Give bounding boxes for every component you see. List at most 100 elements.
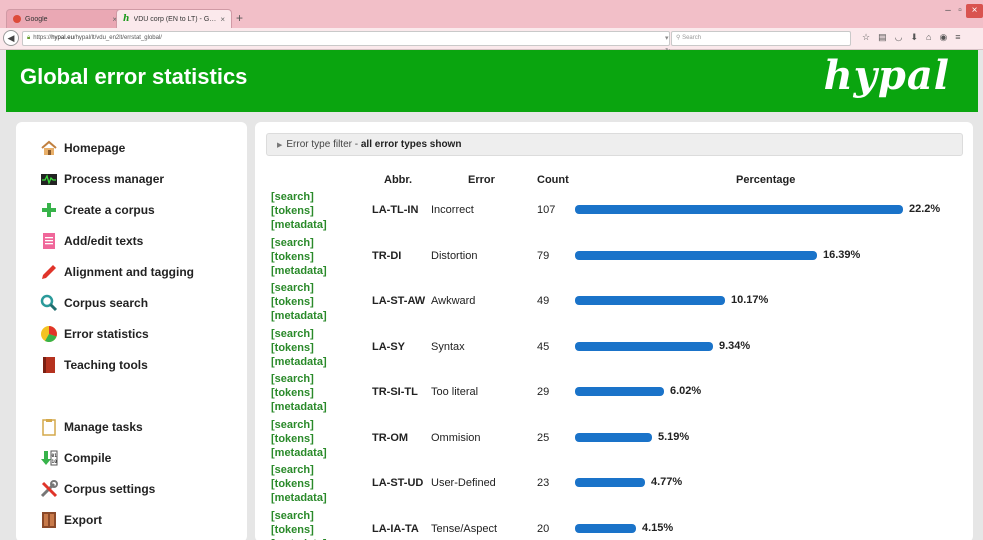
svg-text:10: 10 bbox=[52, 459, 58, 465]
metadata-link[interactable]: [metadata] bbox=[271, 264, 327, 278]
close-window-button[interactable]: × bbox=[966, 4, 983, 18]
table-row: [search] [tokens] [metadata] TR-DI Distortio… bbox=[255, 236, 973, 282]
error-name: Syntax bbox=[431, 340, 465, 353]
metadata-link[interactable]: [metadata] bbox=[271, 446, 327, 460]
sidebar-item-teaching-tools[interactable]: Teaching tools bbox=[40, 356, 148, 374]
search-placeholder: Search bbox=[682, 35, 702, 41]
header-error: Error bbox=[468, 174, 495, 186]
error-abbr: LA-ST-UD bbox=[372, 477, 424, 489]
sidebar-item-label: Alignment and tagging bbox=[64, 265, 194, 279]
error-count: 23 bbox=[537, 477, 550, 489]
tab-title: Google bbox=[25, 15, 48, 23]
sidebar-item-corpus-settings[interactable]: Corpus settings bbox=[40, 480, 155, 498]
lock-icon: 🔒︎ bbox=[27, 35, 31, 41]
sidebar-item-corpus-search[interactable]: Corpus search bbox=[40, 294, 148, 312]
sidebar-item-compile[interactable]: 01 10 Compile bbox=[40, 449, 111, 467]
new-tab-button[interactable]: + bbox=[236, 11, 243, 25]
sidebar-item-process-manager[interactable]: Process manager bbox=[40, 170, 164, 188]
home-button-icon[interactable]: ⌂ bbox=[926, 32, 931, 43]
minimize-button[interactable]: – bbox=[942, 4, 954, 18]
sidebar-item-export[interactable]: Export bbox=[40, 511, 102, 529]
metadata-link[interactable]: [metadata] bbox=[271, 355, 327, 369]
error-abbr: TR-SI-TL bbox=[372, 386, 418, 398]
percentage-bar bbox=[575, 432, 652, 442]
reading-list-icon[interactable]: ▤ bbox=[878, 32, 887, 43]
sidebar-item-label: Teaching tools bbox=[64, 358, 148, 372]
tools-icon bbox=[40, 480, 58, 498]
header-percentage: Percentage bbox=[736, 174, 796, 186]
tokens-link[interactable]: [tokens] bbox=[271, 295, 327, 309]
sidebar-item-label: Corpus search bbox=[64, 296, 149, 310]
error-name: Ommision bbox=[431, 431, 481, 444]
metadata-link[interactable]: [metadata] bbox=[271, 400, 327, 414]
hypal-favicon-icon: h bbox=[123, 14, 130, 24]
sidebar-item-label: Add/edit texts bbox=[64, 234, 144, 248]
search-link[interactable]: [search] bbox=[271, 418, 327, 432]
error-count: 79 bbox=[537, 249, 550, 262]
tokens-link[interactable]: [tokens] bbox=[271, 523, 327, 537]
expand-arrow-icon: ▶ bbox=[277, 142, 283, 149]
sidebar-item-label: Homepage bbox=[64, 141, 126, 155]
sidebar-item-manage-tasks[interactable]: Manage tasks bbox=[40, 418, 143, 436]
sidebar-item-error-statistics[interactable]: Error statistics bbox=[40, 325, 149, 343]
sidebar-item-create-corpus[interactable]: Create a corpus bbox=[40, 201, 155, 219]
search-link[interactable]: [search] bbox=[271, 509, 327, 523]
table-row: [search] [tokens] [metadata] TR-SI-TL Too li… bbox=[255, 372, 973, 418]
search-link[interactable]: [search] bbox=[271, 236, 327, 250]
error-count: 29 bbox=[537, 386, 550, 398]
hypal-logo[interactable]: hypal bbox=[824, 52, 950, 99]
search-link[interactable]: [search] bbox=[271, 463, 327, 477]
main-panel: ▶ Error type filter - all error types sho… bbox=[255, 122, 973, 540]
menu-icon[interactable]: ≡ bbox=[955, 32, 960, 43]
compile-icon: 01 10 bbox=[40, 449, 58, 467]
percentage-bar bbox=[575, 296, 725, 305]
back-button[interactable]: ◀ bbox=[3, 30, 19, 46]
clipboard-icon bbox=[40, 418, 58, 436]
tokens-link[interactable]: [tokens] bbox=[271, 204, 327, 218]
tokens-link[interactable]: [tokens] bbox=[271, 250, 327, 264]
search-input[interactable]: ⚲ Search bbox=[671, 31, 851, 46]
magnifier-icon bbox=[40, 294, 58, 312]
bookmark-star-icon[interactable]: ☆ bbox=[862, 32, 870, 43]
sidebar-item-homepage[interactable]: Homepage bbox=[40, 139, 125, 157]
error-count: 25 bbox=[537, 431, 550, 444]
table-row: [search] [tokens] [metadata] TR-OM Ommision 2… bbox=[255, 418, 973, 464]
book-icon bbox=[40, 356, 58, 374]
tokens-link[interactable]: [tokens] bbox=[271, 477, 327, 491]
table-row: [search] [tokens] [metadata] LA-SY Syntax 45 9… bbox=[255, 327, 973, 373]
search-link[interactable]: [search] bbox=[271, 327, 327, 341]
row-links: [search][tokens][metadata] bbox=[271, 509, 327, 540]
search-link[interactable]: [search] bbox=[271, 281, 327, 295]
search-link[interactable]: [search] bbox=[271, 190, 327, 204]
tokens-link[interactable]: [tokens] bbox=[271, 432, 327, 446]
download-icon[interactable]: ⬇ bbox=[910, 32, 918, 43]
url-domain: hypal.eu bbox=[51, 35, 74, 41]
metadata-link[interactable]: [metadata] bbox=[271, 491, 327, 505]
pocket-icon[interactable]: ◡ bbox=[895, 32, 903, 43]
tab-google[interactable]: Google × bbox=[6, 9, 124, 28]
sync-icon[interactable]: ◉ bbox=[939, 32, 947, 43]
metadata-link[interactable]: [metadata] bbox=[271, 309, 327, 323]
metadata-link[interactable]: [metadata] bbox=[271, 537, 327, 540]
sidebar-item-label: Process manager bbox=[64, 172, 165, 186]
tab-vdu-corp[interactable]: h VDU corp (EN to LT) - Glo... × bbox=[116, 9, 232, 28]
sidebar-item-add-edit-texts[interactable]: Add/edit texts bbox=[40, 232, 143, 250]
maximize-button[interactable]: ▫ bbox=[954, 4, 966, 18]
percentage-bar bbox=[575, 250, 817, 260]
pie-chart-icon bbox=[40, 325, 58, 343]
row-links: [search][tokens][metadata] bbox=[271, 418, 327, 460]
tab-close-icon[interactable]: × bbox=[220, 15, 225, 24]
search-link[interactable]: [search] bbox=[271, 372, 327, 386]
sidebar-item-label: Corpus settings bbox=[64, 482, 156, 496]
tokens-link[interactable]: [tokens] bbox=[271, 386, 327, 400]
header-abbr: Abbr. bbox=[384, 174, 413, 186]
export-icon bbox=[40, 511, 58, 529]
metadata-link[interactable]: [metadata] bbox=[271, 218, 327, 232]
error-name: Awkward bbox=[431, 295, 476, 307]
error-name: Incorrect bbox=[431, 204, 474, 216]
error-count: 20 bbox=[537, 522, 550, 535]
sidebar-item-alignment-tagging[interactable]: Alignment and tagging bbox=[40, 263, 194, 281]
address-bar[interactable]: 🔒︎ https://hypal.eu/hypal/lt/vdu_en2lt/er… bbox=[22, 31, 671, 55]
error-type-filter[interactable]: ▶ Error type filter - all error types sho… bbox=[266, 133, 963, 156]
tokens-link[interactable]: [tokens] bbox=[271, 341, 327, 355]
